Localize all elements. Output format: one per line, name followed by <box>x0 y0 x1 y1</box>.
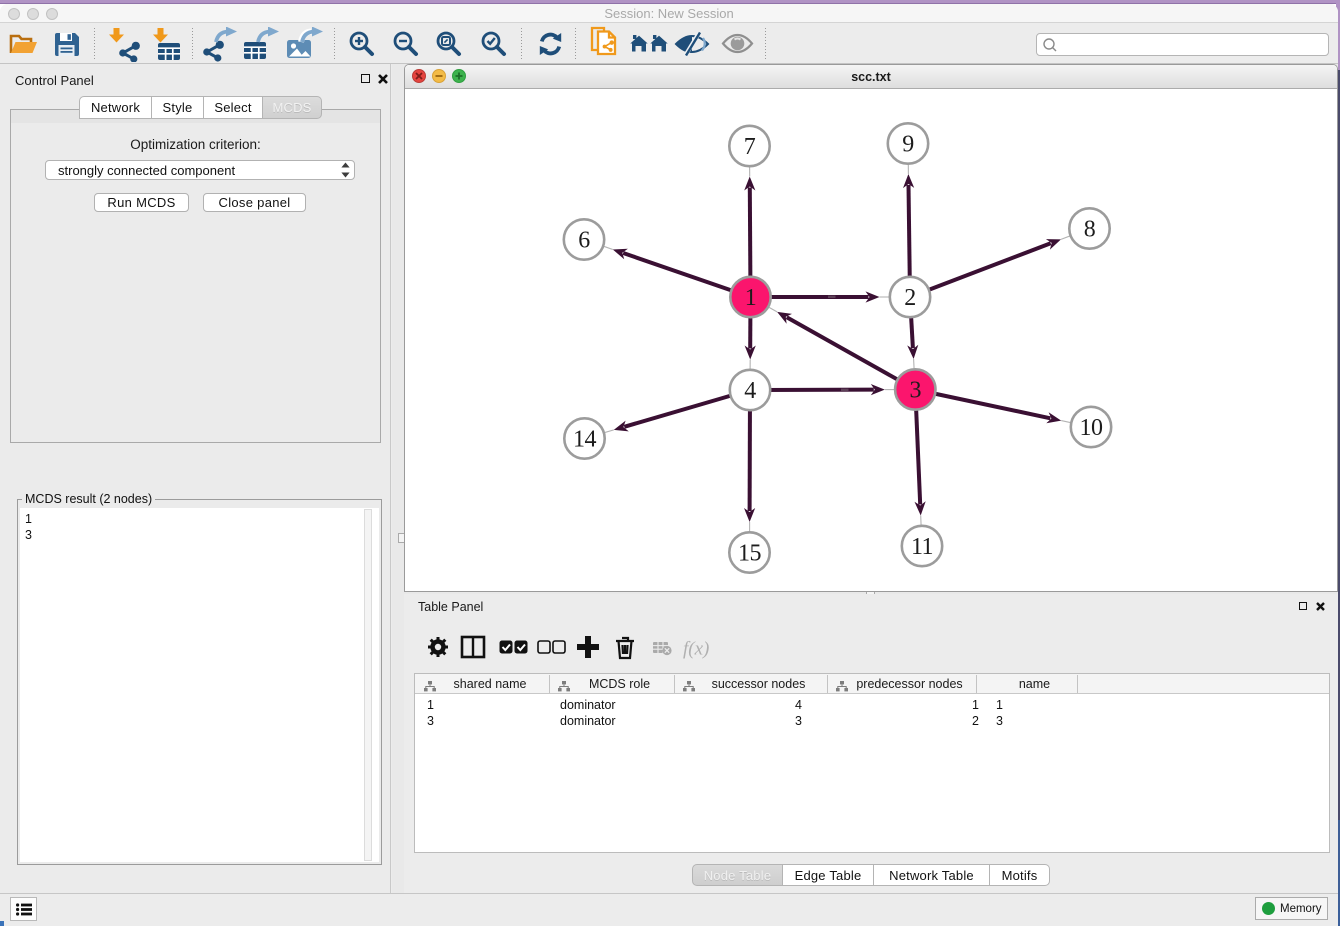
svg-text:8: 8 <box>1084 216 1096 242</box>
svg-text:2: 2 <box>904 285 916 311</box>
svg-text:15: 15 <box>738 540 762 566</box>
svg-text:6: 6 <box>578 227 590 253</box>
svg-text:9: 9 <box>902 131 914 157</box>
svg-text:14: 14 <box>573 426 597 452</box>
svg-text:10: 10 <box>1080 415 1104 441</box>
svg-text:4: 4 <box>744 378 756 404</box>
svg-text:f(x): f(x) <box>683 639 709 660</box>
svg-text:3: 3 <box>910 377 922 403</box>
svg-text:1: 1 <box>745 285 757 311</box>
svg-text:11: 11 <box>911 534 933 560</box>
svg-text:7: 7 <box>744 134 756 160</box>
